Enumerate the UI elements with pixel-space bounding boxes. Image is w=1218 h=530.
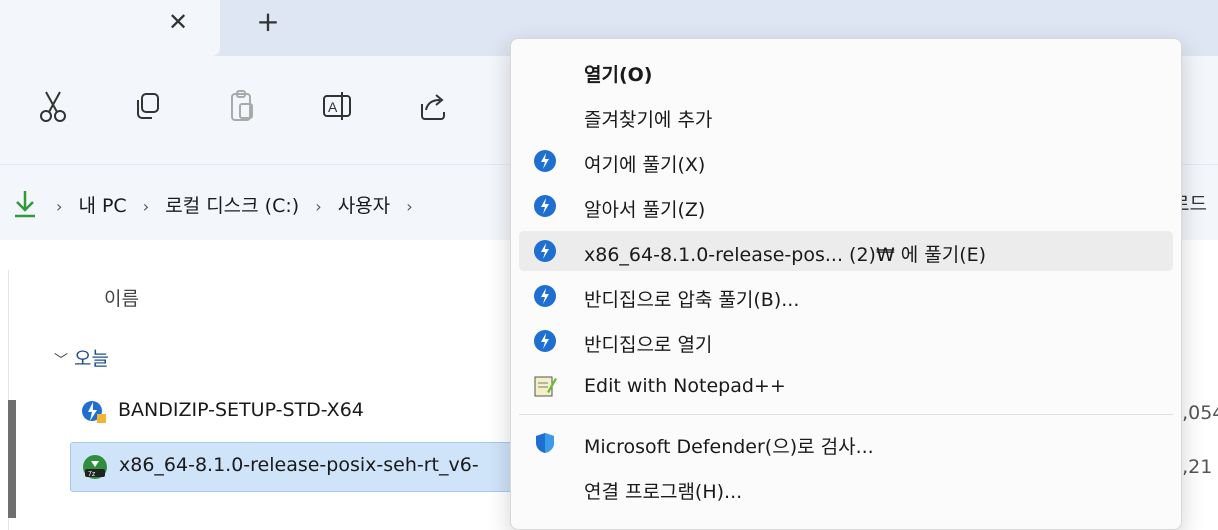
installer-icon (82, 401, 106, 423)
menu-item-label: 반디집으로 열기 (584, 334, 713, 356)
download-arrow-icon (15, 191, 35, 218)
menu-item-smart-extract[interactable]: 알아서 풀기(Z) (519, 186, 1173, 226)
scrollbar-thumb[interactable] (8, 400, 16, 518)
column-header-name[interactable]: 이름 (104, 284, 139, 311)
scissors-icon (40, 91, 66, 122)
file-row[interactable]: BANDIZIP-SETUP-STD-X64 (70, 388, 540, 436)
menu-item-open[interactable]: 열기(O) (519, 51, 1173, 91)
breadcrumb: › 내 PC › 로컬 디스크 (C:) › 사용자 › (56, 191, 423, 218)
file-row-selected[interactable]: 7z x86_64-8.1.0-release-posix-seh-rt_v6- (70, 442, 542, 492)
svg-text:A: A (328, 99, 338, 115)
shield-icon (536, 433, 554, 453)
menu-item-label: 연결 프로그램(H)... (584, 481, 743, 503)
svg-text:7z: 7z (88, 471, 96, 478)
rename-icon: A (323, 92, 351, 120)
menu-item-label: Microsoft Defender(으)로 검사... (584, 436, 874, 458)
new-tab-button[interactable]: + (254, 8, 282, 36)
menu-item-label: 열기(O) (584, 64, 653, 86)
menu-item-defender-scan[interactable]: Microsoft Defender(으)로 검사... (519, 423, 1173, 463)
archive-icon: 7z (83, 455, 107, 479)
menu-item-open-with[interactable]: 연결 프로그램(H)... (519, 468, 1173, 508)
breadcrumb-separator: › (56, 197, 63, 216)
bandizip-icon (534, 330, 556, 352)
chevron-down-icon: ﹀ (54, 353, 68, 369)
cut-button[interactable] (34, 86, 74, 126)
menu-item-add-favorites[interactable]: 즐겨찾기에 추가 (519, 96, 1173, 136)
close-tab-button[interactable]: ✕ (164, 8, 192, 36)
menu-item-label: Edit with Notepad++ (584, 375, 786, 397)
breadcrumb-separator: › (406, 197, 413, 216)
bandizip-icon (534, 285, 556, 307)
menu-item-label: 여기에 풀기(X) (584, 154, 706, 176)
breadcrumb-my-pc[interactable]: 내 PC (78, 195, 126, 217)
paste-icon (231, 90, 253, 121)
file-name: x86_64-8.1.0-release-posix-seh-rt_v6- (119, 454, 479, 476)
menu-separator (519, 414, 1173, 415)
tab-active[interactable]: ✕ (0, 0, 220, 56)
share-icon (421, 94, 445, 120)
breadcrumb-users[interactable]: 사용자 (338, 195, 390, 217)
menu-item-extract-to-folder[interactable]: x86_64-8.1.0-release-pos... (2)₩ 에 풀기(E) (519, 231, 1173, 271)
breadcrumb-separator: › (142, 197, 150, 216)
menu-item-label: 알아서 풀기(Z) (584, 199, 706, 221)
notepadpp-icon (534, 376, 557, 397)
menu-item-bandizip-extract[interactable]: 반디집으로 압축 풀기(B)... (519, 276, 1173, 316)
menu-item-label: x86_64-8.1.0-release-pos... (2)₩ 에 풀기(E) (584, 244, 987, 266)
bandizip-icon (534, 150, 556, 172)
breadcrumb-separator: › (315, 197, 322, 216)
share-button[interactable] (412, 86, 452, 126)
copy-icon (137, 93, 159, 119)
menu-item-extract-here[interactable]: 여기에 풀기(X) (519, 141, 1173, 181)
group-label: 오늘 (74, 348, 109, 370)
menu-item-label: 즐겨찾기에 추가 (584, 109, 713, 131)
rename-button[interactable]: A (318, 86, 358, 126)
paste-button[interactable] (222, 86, 262, 126)
menu-item-label: 반디집으로 압축 풀기(B)... (584, 289, 800, 311)
group-header-today[interactable]: ﹀ 오늘 (54, 344, 109, 371)
context-menu: 열기(O) 즐겨찾기에 추가 여기에 풀기(X) 알아서 풀기(Z) x86_6… (510, 38, 1182, 530)
breadcrumb-local-disk[interactable]: 로컬 디스크 (C:) (165, 195, 299, 217)
bandizip-icon (534, 240, 556, 262)
menu-item-bandizip-open[interactable]: 반디집으로 열기 (519, 321, 1173, 361)
menu-item-edit-notepadpp[interactable]: Edit with Notepad++ (519, 366, 1173, 406)
copy-button[interactable] (128, 86, 168, 126)
bandizip-icon (534, 195, 556, 217)
file-name: BANDIZIP-SETUP-STD-X64 (118, 399, 364, 421)
